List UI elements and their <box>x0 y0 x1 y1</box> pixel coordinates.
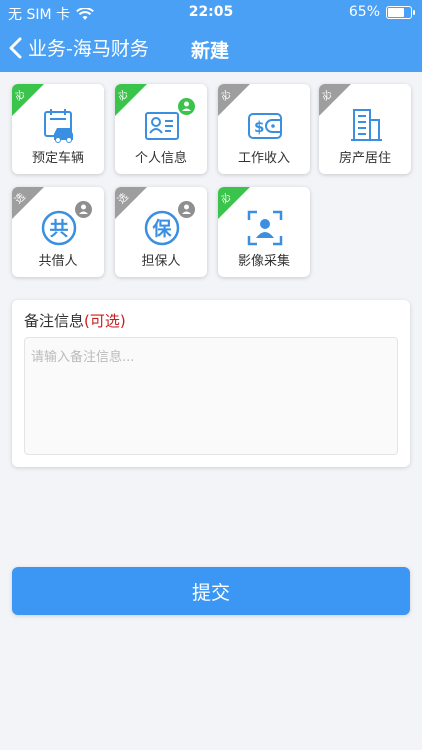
face-scan-icon <box>247 210 283 246</box>
tile-label: 担保人 <box>141 254 181 269</box>
back-button[interactable]: 业务-海马财务 <box>8 34 149 61</box>
tile-label: 个人信息 <box>134 151 187 166</box>
battery-percent: 65% <box>348 4 380 20</box>
co-borrower-icon: 共 <box>41 210 77 246</box>
status-right: 65% <box>348 4 415 20</box>
car-calendar-icon <box>44 109 73 143</box>
chevron-left-icon <box>9 37 22 58</box>
remarks-title-text: 备注信息 <box>24 312 85 330</box>
guarantor-glyph: 保 <box>151 217 172 240</box>
tile-work-income[interactable]: 必 $ 工作收入 <box>218 84 310 174</box>
submit-button[interactable]: 提交 <box>12 567 410 615</box>
co-borrower-glyph: 共 <box>49 218 68 240</box>
wallet-icon: $ <box>248 113 282 139</box>
tile-reserve-vehicle[interactable]: 必 预定车辆 <box>12 84 104 174</box>
remarks-title: 备注信息(可选) <box>24 310 126 331</box>
status-bar: 无 SIM 卡 22:05 65% <box>0 0 422 26</box>
remarks-optional-label: (可选) <box>84 312 126 330</box>
tile-label: 预定车辆 <box>31 151 84 166</box>
remarks-placeholder: 请输入备注信息... <box>31 350 135 365</box>
guarantor-icon: 保 <box>144 210 180 246</box>
remarks-input[interactable]: 请输入备注信息... <box>24 337 398 455</box>
header: 无 SIM 卡 22:05 65% 业务-海马财务 新建 <box>0 0 422 72</box>
battery-icon <box>386 5 415 19</box>
tile-personal-info[interactable]: 必 个人信息 <box>115 84 207 174</box>
remarks-card: 备注信息(可选) 请输入备注信息... <box>12 300 410 467</box>
nav-bar: 业务-海马财务 新建 <box>0 30 422 66</box>
tile-label: 影像采集 <box>237 254 290 269</box>
tile-co-borrower[interactable]: 选 共 共借人 <box>12 187 104 277</box>
tile-housing[interactable]: 必 房产居住 <box>319 84 411 174</box>
id-card-icon <box>145 112 179 140</box>
tile-label: 房产居住 <box>338 151 391 166</box>
back-label: 业务-海马财务 <box>28 38 149 60</box>
page-title: 新建 <box>191 40 230 62</box>
tile-label: 共借人 <box>38 254 78 269</box>
tile-label: 工作收入 <box>237 151 290 166</box>
svg-text:$: $ <box>254 118 264 136</box>
tile-guarantor[interactable]: 选 保 担保人 <box>115 187 207 277</box>
tile-image-capture[interactable]: 必 影像采集 <box>218 187 310 277</box>
building-icon <box>351 109 382 141</box>
